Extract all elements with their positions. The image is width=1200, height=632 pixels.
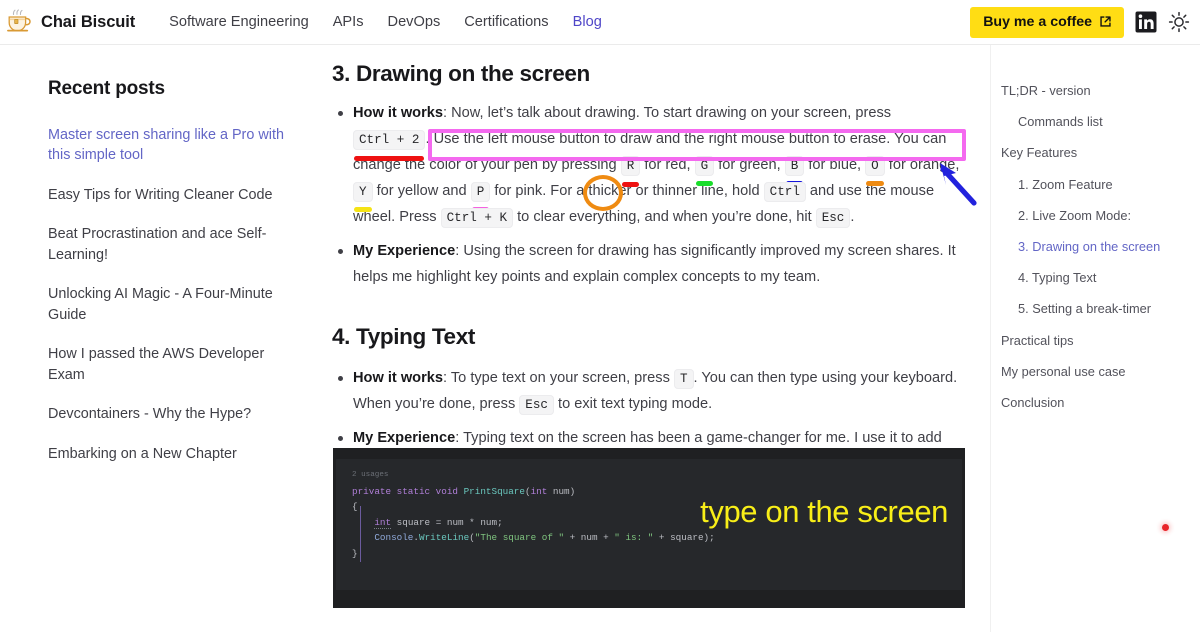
toc-item-drawing[interactable]: 3. Drawing on the screen bbox=[1001, 231, 1190, 262]
bullet-lead: My Experience bbox=[353, 242, 456, 259]
bullet-how-it-works-drawing: How it works: Now, let’s talk about draw… bbox=[338, 101, 960, 231]
recent-posts-title: Recent posts bbox=[48, 78, 165, 99]
brand-name: Chai Biscuit bbox=[41, 12, 136, 31]
toc-item-typing-text[interactable]: 4. Typing Text bbox=[1001, 262, 1190, 293]
article-content: 3. Drawing on the screen How it works: N… bbox=[330, 45, 990, 632]
header-actions: Buy me a coffee bbox=[970, 6, 1190, 38]
bullet-lead: How it works bbox=[353, 105, 444, 121]
list-item[interactable]: How I passed the AWS Developer Exam bbox=[48, 344, 302, 385]
main-nav: Software Engineering APIs DevOps Certifi… bbox=[157, 10, 614, 34]
recent-posts-list: Master screen sharing like a Pro with th… bbox=[48, 125, 302, 464]
list-item[interactable]: Embarking on a New Chapter bbox=[48, 444, 302, 464]
underline-blue: B bbox=[784, 153, 805, 186]
toc-list: TL;DR - version Commands list Key Featur… bbox=[1001, 75, 1190, 418]
list-item[interactable]: Easy Tips for Writing Cleaner Code bbox=[48, 185, 302, 205]
toc-item-use-case[interactable]: My personal use case bbox=[1001, 356, 1190, 387]
key-chip-ctrl-2: Ctrl + 2 bbox=[353, 129, 426, 150]
drawing-bullet-list: How it works: Now, let’s talk about draw… bbox=[332, 101, 960, 291]
toc-item-commands-list[interactable]: Commands list bbox=[1001, 106, 1190, 137]
underline-red: R bbox=[620, 153, 641, 187]
site-header: Chai Biscuit Software Engineering APIs D… bbox=[0, 0, 1200, 45]
key-chip-esc: Esc bbox=[815, 207, 851, 228]
toc-item-conclusion[interactable]: Conclusion bbox=[1001, 387, 1190, 418]
bullet-lead: My Experience bbox=[353, 429, 456, 446]
list-item[interactable]: Beat Procrastination and ace Self-Learni… bbox=[48, 224, 302, 265]
section-heading-typing: 4. Typing Text bbox=[332, 323, 476, 349]
code-editor-pane: 2 usages private static void PrintSquare… bbox=[336, 459, 962, 590]
chai-cup-icon bbox=[6, 8, 34, 36]
key-chip-ctrl: Ctrl bbox=[763, 181, 806, 202]
toc-item-break-timer[interactable]: 5. Setting a break-timer bbox=[1001, 293, 1190, 324]
page-shell: Recent posts Master screen sharing like … bbox=[0, 45, 1200, 632]
usages-label: 2 usages bbox=[352, 471, 389, 479]
toc-item-live-zoom[interactable]: 2. Live Zoom Mode: bbox=[1001, 200, 1190, 231]
toc-item-practical-tips[interactable]: Practical tips bbox=[1001, 325, 1190, 356]
external-link-icon bbox=[1099, 15, 1112, 28]
brand-home-link[interactable]: Chai Biscuit bbox=[6, 8, 135, 36]
buy-me-a-coffee-label: Buy me a coffee bbox=[983, 13, 1092, 30]
nav-item-blog[interactable]: Blog bbox=[561, 10, 614, 34]
nav-item-devops[interactable]: DevOps bbox=[376, 10, 453, 34]
bullet-lead: How it works bbox=[353, 369, 444, 386]
recent-posts-sidebar: Recent posts Master screen sharing like … bbox=[0, 45, 330, 632]
key-chip-y: Y bbox=[353, 181, 373, 202]
underline-orange: O bbox=[865, 153, 885, 186]
code-block: 2 usages private static void PrintSquare… bbox=[352, 471, 715, 559]
key-chip-o: O bbox=[865, 155, 885, 176]
drawn-overlay-text: type on the screen bbox=[700, 494, 948, 529]
key-chip-r: R bbox=[620, 155, 641, 176]
list-item[interactable]: Unlocking AI Magic - A Four-Minute Guide bbox=[48, 284, 302, 325]
underline-yellow: Y bbox=[353, 179, 373, 212]
list-item[interactable]: Master screen sharing like a Pro with th… bbox=[48, 125, 302, 166]
sun-icon[interactable] bbox=[1168, 11, 1190, 33]
section-heading-drawing: 3. Drawing on the screen bbox=[332, 61, 590, 86]
code-screenshot-image: 2 usages private static void PrintSquare… bbox=[333, 448, 965, 608]
key-chip-g: G bbox=[694, 155, 715, 176]
key-chip-esc: Esc bbox=[519, 394, 554, 415]
nav-item-apis[interactable]: APIs bbox=[321, 10, 376, 34]
bullet-my-experience-drawing: My Experience: Using the screen for draw… bbox=[338, 239, 960, 291]
toc-item-zoom-feature[interactable]: 1. Zoom Feature bbox=[1001, 169, 1190, 200]
underline-green: G bbox=[694, 153, 715, 186]
linkedin-icon[interactable] bbox=[1135, 11, 1157, 33]
toc-item-key-features[interactable]: Key Features bbox=[1001, 137, 1190, 168]
underline-pink: P bbox=[470, 179, 491, 212]
table-of-contents: TL;DR - version Commands list Key Featur… bbox=[990, 45, 1200, 632]
key-chip-t: T bbox=[673, 368, 694, 389]
nav-item-software-engineering[interactable]: Software Engineering bbox=[157, 10, 321, 34]
nav-item-certifications[interactable]: Certifications bbox=[452, 10, 560, 34]
buy-me-a-coffee-button[interactable]: Buy me a coffee bbox=[970, 6, 1124, 38]
bullet-how-it-works-typing: How it works: To type text on your scree… bbox=[338, 366, 960, 418]
underline-red: Ctrl + 2 bbox=[353, 127, 426, 161]
key-chip-p: P bbox=[470, 181, 491, 202]
key-chip-ctrl-k: Ctrl + K bbox=[440, 207, 514, 228]
list-item[interactable]: Devcontainers - Why the Hype? bbox=[48, 404, 302, 424]
toc-item-tldr[interactable]: TL;DR - version bbox=[1001, 75, 1190, 106]
key-chip-b: B bbox=[784, 155, 805, 176]
